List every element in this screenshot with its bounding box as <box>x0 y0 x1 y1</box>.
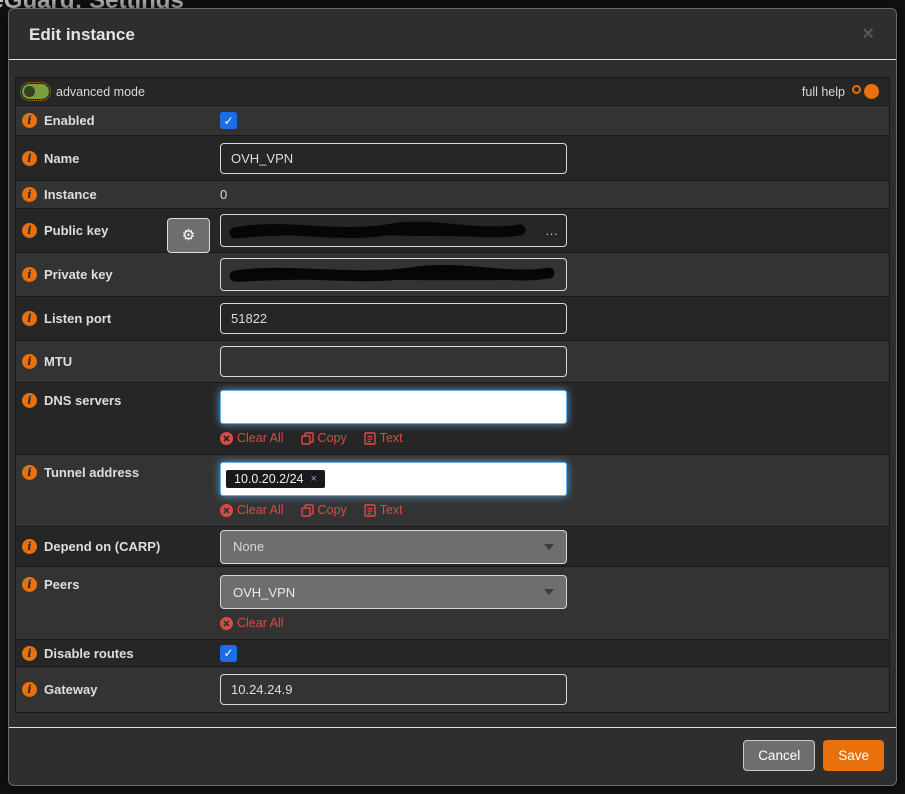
modal-title: Edit instance <box>29 25 135 44</box>
public-key-input[interactable]: … <box>220 214 567 247</box>
toggle-off-icon <box>852 84 879 99</box>
tunnel-text-link[interactable]: Text <box>364 503 403 517</box>
instance-value: 0 <box>220 187 228 202</box>
row-name: i Name <box>16 136 889 181</box>
chevron-down-icon <box>544 543 554 550</box>
info-icon[interactable]: i <box>22 577 37 592</box>
depend-on-carp-select[interactable]: None <box>220 529 567 564</box>
redacted-scribble <box>229 221 526 239</box>
peers-selected: OVH_VPN <box>233 584 296 600</box>
advanced-mode-label: advanced mode <box>56 84 145 99</box>
row-disable-routes: i Disable routes ✓ <box>16 640 889 667</box>
redacted-scribble <box>229 264 555 282</box>
name-input[interactable] <box>220 142 567 174</box>
copy-icon <box>300 431 314 445</box>
text-file-icon <box>364 431 376 445</box>
row-instance: i Instance 0 <box>16 181 889 209</box>
row-public-key: i Public key ⚙ … <box>16 209 889 253</box>
info-icon[interactable]: i <box>22 311 37 326</box>
info-icon[interactable]: i <box>22 113 37 128</box>
row-listen-port: i Listen port <box>16 297 889 341</box>
disable-routes-label: Disable routes <box>44 645 134 661</box>
row-enabled: i Enabled ✓ <box>16 106 889 136</box>
key-ellipsis: … <box>545 223 558 238</box>
save-button[interactable]: Save <box>823 740 884 771</box>
info-icon[interactable]: i <box>22 465 37 480</box>
public-key-label: Public key <box>44 223 109 238</box>
name-label: Name <box>44 150 80 166</box>
tunnel-address-label: Tunnel address <box>44 465 140 480</box>
tunnel-clear-all-link[interactable]: Clear All <box>220 503 284 517</box>
depend-on-carp-selected: None <box>233 539 265 554</box>
text-file-icon <box>364 503 376 517</box>
form-toolbar-row: advanced mode full help <box>16 78 889 106</box>
private-key-input[interactable] <box>220 258 567 291</box>
row-depend-on-carp: i Depend on (CARP) None <box>16 527 889 567</box>
dns-servers-label: DNS servers <box>44 393 122 408</box>
listen-port-input[interactable] <box>220 303 567 334</box>
listen-port-label: Listen port <box>44 311 112 326</box>
info-icon[interactable]: i <box>22 223 37 238</box>
modal-body: advanced mode full help i Enabled ✓ i Na… <box>9 60 896 713</box>
advanced-mode-toggle[interactable]: advanced mode <box>20 82 145 101</box>
depend-on-carp-label: Depend on (CARP) <box>44 539 161 554</box>
info-icon[interactable]: i <box>22 393 37 408</box>
close-icon[interactable]: × <box>856 23 880 45</box>
instance-form: advanced mode full help i Enabled ✓ i Na… <box>15 77 890 713</box>
row-peers: i Peers OVH_VPN Clear All <box>16 567 889 640</box>
row-dns-servers: i DNS servers Clear All Copy Text <box>16 383 889 455</box>
full-help-label: full help <box>801 84 845 99</box>
cancel-button[interactable]: Cancel <box>743 740 816 771</box>
edit-instance-modal: Edit instance × advanced mode full help … <box>8 8 897 786</box>
modal-header: Edit instance × <box>9 9 896 60</box>
tunnel-address-tokenfield[interactable]: 10.0.20.2/24 × <box>220 462 567 496</box>
row-tunnel-address: i Tunnel address 10.0.20.2/24 × Clear Al… <box>16 455 889 527</box>
peers-clear-all-link[interactable]: Clear All <box>220 616 284 630</box>
info-icon[interactable]: i <box>22 682 37 697</box>
tunnel-address-token: 10.0.20.2/24 × <box>226 470 325 488</box>
dns-servers-tokenfield[interactable] <box>220 390 567 424</box>
toggle-on-icon <box>20 82 51 101</box>
info-icon[interactable]: i <box>22 539 37 554</box>
dns-text-link[interactable]: Text <box>364 431 403 445</box>
dns-clear-all-link[interactable]: Clear All <box>220 431 284 445</box>
mtu-label: MTU <box>44 354 73 369</box>
clear-all-icon <box>220 431 233 445</box>
peers-label: Peers <box>44 577 80 592</box>
tunnel-copy-link[interactable]: Copy <box>300 503 347 517</box>
disable-routes-checkbox[interactable]: ✓ <box>220 644 237 662</box>
mtu-input[interactable] <box>220 346 567 377</box>
modal-footer: Cancel Save <box>9 727 896 785</box>
clear-all-icon <box>220 503 233 517</box>
row-private-key: i Private key <box>16 253 889 297</box>
dns-copy-link[interactable]: Copy <box>300 431 347 445</box>
gateway-input[interactable] <box>220 674 567 705</box>
remove-token-icon[interactable]: × <box>311 473 317 485</box>
generate-key-gear-icon[interactable]: ⚙ <box>167 218 210 253</box>
chevron-down-icon <box>544 589 554 595</box>
full-help-toggle[interactable]: full help <box>802 84 879 99</box>
gateway-label: Gateway <box>44 682 98 697</box>
copy-icon <box>300 503 314 517</box>
info-icon[interactable]: i <box>22 267 37 282</box>
enabled-label: Enabled <box>44 113 95 128</box>
instance-label: Instance <box>44 187 97 202</box>
peers-select[interactable]: OVH_VPN <box>220 575 567 609</box>
info-icon[interactable]: i <box>22 187 37 202</box>
enabled-checkbox[interactable]: ✓ <box>220 112 237 129</box>
info-icon[interactable]: i <box>22 645 37 661</box>
row-mtu: i MTU <box>16 341 889 383</box>
clear-all-icon <box>220 616 233 630</box>
info-icon[interactable]: i <box>22 150 37 166</box>
private-key-label: Private key <box>44 267 113 282</box>
info-icon[interactable]: i <box>22 354 37 369</box>
row-gateway: i Gateway <box>16 667 889 712</box>
